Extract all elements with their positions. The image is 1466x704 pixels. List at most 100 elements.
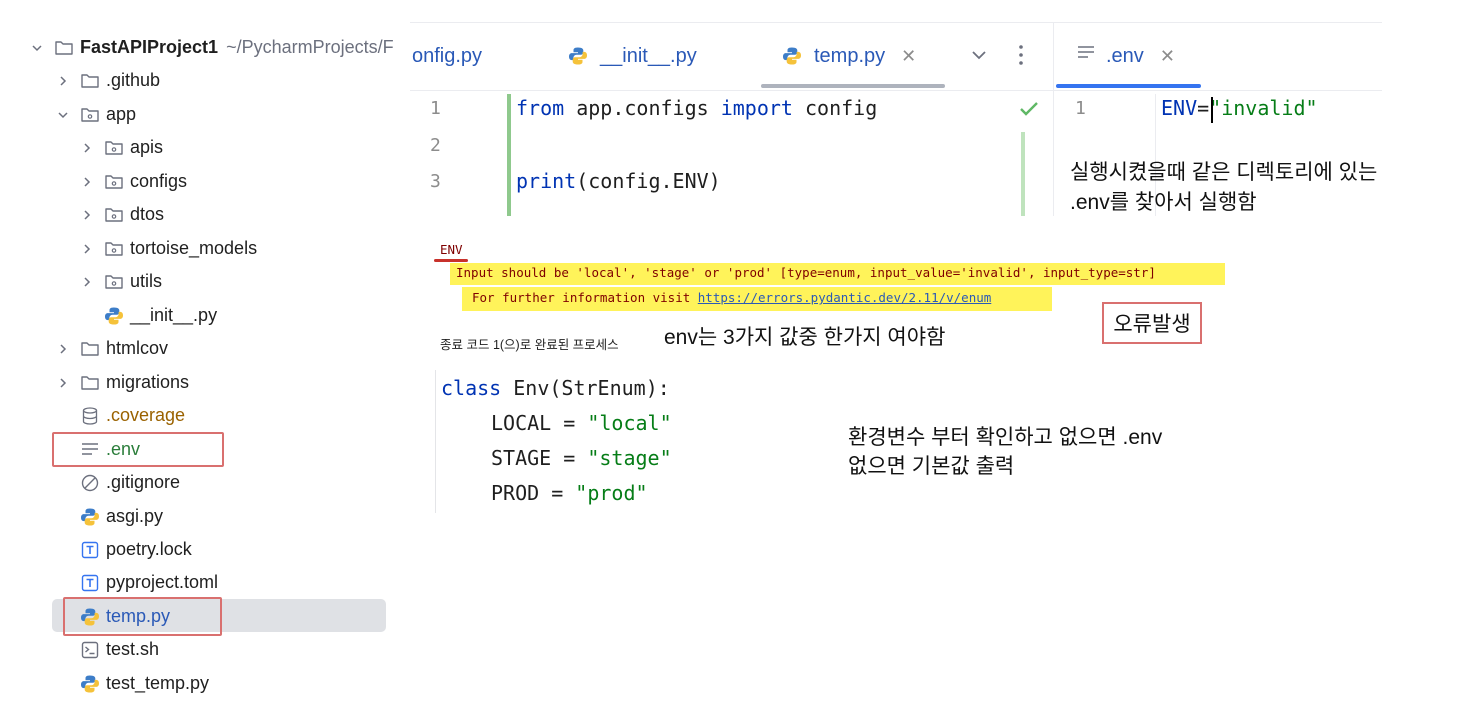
tree-item-label: asgi.py [106,506,164,526]
tab-init-label: __init__.py [600,44,697,67]
chevron-right-icon[interactable] [80,141,94,155]
tab-temp[interactable]: temp.py ✕ [782,40,916,72]
more-vertical-icon[interactable] [1018,43,1024,72]
vcs-change-marker [507,94,511,216]
package-folder-icon [80,105,100,125]
editor-top-border [410,22,1382,23]
docs-link[interactable]: https://errors.pydantic.dev/2.11/v/enum [698,290,992,305]
tree-item[interactable]: __init__.py [0,299,506,332]
chevron-down-icon[interactable] [970,46,988,69]
tree-item[interactable]: .coverage [0,399,482,432]
package-folder-icon [104,172,124,192]
project-root-row[interactable]: FastAPIProject1 ~/PycharmProjects/F [0,31,432,64]
tree-item-label: utils [130,271,163,291]
package-folder-icon [104,138,124,158]
chevron-right-icon[interactable] [80,208,94,222]
tree-item[interactable]: pyproject.toml [0,566,482,599]
chevron-right-icon[interactable] [80,175,94,189]
line-number: 1 [1075,98,1086,119]
tree-item[interactable]: test.sh [0,633,482,666]
code-text: config [792,96,878,120]
folder-icon [54,38,74,58]
keyword: print [516,169,577,193]
chevron-down-icon[interactable] [56,108,70,122]
tree-item-label: .gitignore [106,472,181,492]
console-error-line: Input should be 'local', 'stage' or 'pro… [456,265,1156,280]
console-info-line: For further information visit https://er… [472,290,991,305]
env-file-annotation-box [52,432,224,467]
tree-item-label: .coverage [106,405,186,425]
python-icon [104,306,124,326]
fallback-note-line-2: 없으면 기본값 출력 [848,455,1015,478]
tree-item[interactable]: poetry.lock [0,533,482,566]
enum-member-local: LOCAL = "local" [491,411,672,435]
enum-member-prod: PROD = "prod" [491,481,648,505]
python-icon [568,46,588,66]
env-value: "invalid" [1209,96,1318,120]
tree-item[interactable]: configs [0,165,482,198]
member-value: "stage" [587,446,672,470]
tree-item[interactable]: migrations [0,366,458,399]
red-underline [434,259,468,262]
member-name: STAGE [491,446,552,470]
enum-member-stage: STAGE = "stage" [491,446,672,470]
toml-file-icon [80,540,100,560]
class-header: class Env(StrEnum): [441,376,670,400]
tree-item[interactable]: asgi.py [0,500,482,533]
code-text: app.configs [564,96,721,120]
tab-env[interactable]: .env ✕ [1076,40,1175,72]
tree-item[interactable]: test_temp.py [0,667,482,700]
keyword: from [516,96,565,120]
enum-note: env는 3가지 값중 한가지 여야함 [664,326,946,349]
tree-item[interactable]: htmlcov [0,332,458,365]
tree-item[interactable]: .github [0,64,458,97]
tree-item-label: pyproject.toml [106,572,219,592]
close-icon[interactable]: ✕ [1160,46,1175,67]
chevron-right-icon[interactable] [80,275,94,289]
tree-item-label: dtos [130,204,165,224]
tree-item-label: .github [106,70,161,90]
temp-file-annotation-box [63,597,222,636]
tree-item[interactable]: dtos [0,198,482,231]
close-icon[interactable]: ✕ [901,46,916,67]
tab-env-label: .env [1106,44,1144,67]
package-folder-icon [104,239,124,259]
chevron-right-icon[interactable] [56,342,70,356]
chevron-right-icon[interactable] [56,376,70,390]
tree-item[interactable]: tortoise_models [0,232,482,265]
folder-icon [80,339,100,359]
ignore-file-icon [80,473,100,493]
folder-icon [80,71,100,91]
env-code-line[interactable]: ENV="invalid" [1161,96,1318,120]
tree-item-label: tortoise_models [130,238,258,258]
tree-item-label: configs [130,171,188,191]
line-number: 2 [430,135,441,156]
member-value: "prod" [575,481,648,505]
keyword: class [441,376,502,400]
database-icon [80,406,100,426]
package-folder-icon [104,205,124,225]
check-icon [1018,100,1040,123]
tab-init[interactable]: __init__.py [568,40,697,72]
text-file-icon [1076,43,1096,69]
code-line-3[interactable]: print(config.ENV) [516,169,721,193]
tree-item[interactable]: app [0,98,458,131]
folder-icon [80,373,100,393]
tree-item[interactable]: apis [0,131,482,164]
fallback-note-line-1: 환경변수 부터 확인하고 없으면 .env [848,426,1163,449]
chevron-right-icon[interactable] [80,242,94,256]
tab-config[interactable]: onfig.py [412,40,482,72]
console-field-name: ENV [440,242,463,257]
tree-item[interactable]: utils [0,265,482,298]
tree-item-label: htmlcov [106,338,169,358]
code-line-1[interactable]: from app.configs import config [516,96,877,120]
chevron-down-icon[interactable] [30,41,44,55]
project-root-name: FastAPIProject1 [80,37,219,57]
line-number: 3 [430,171,441,192]
tree-item[interactable]: .gitignore [0,466,482,499]
chevron-right-icon[interactable] [56,74,70,88]
python-icon [782,46,802,66]
vcs-scroll-marker [1021,132,1025,216]
python-icon [80,674,100,694]
member-value: "local" [587,411,672,435]
